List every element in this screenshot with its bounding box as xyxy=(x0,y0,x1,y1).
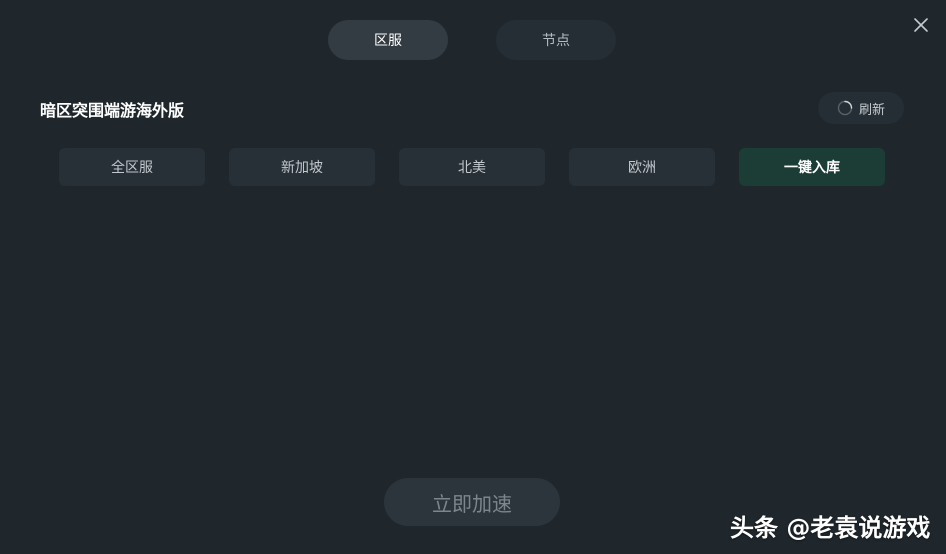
refresh-label: 刷新 xyxy=(858,102,885,118)
one-click-add-button[interactable]: 一键入库 xyxy=(739,148,885,186)
game-title: 暗区突围端游海外版 xyxy=(40,101,185,120)
watermark: 头条 @老袁说游戏 xyxy=(730,514,931,542)
region-list: 全区服 新加坡 北美 欧洲 一键入库 xyxy=(59,148,885,186)
tab-bar: 区服 节点 xyxy=(328,20,616,60)
tab-server[interactable]: 区服 xyxy=(328,20,448,60)
accelerator-dialog: 区服 节点 暗区突围端游海外版 刷新 全区服 新加坡 北美 欧洲 一键入库 立即… xyxy=(0,0,946,554)
region-all-servers[interactable]: 全区服 xyxy=(59,148,205,186)
region-north-america[interactable]: 北美 xyxy=(399,148,545,186)
tab-node[interactable]: 节点 xyxy=(496,20,616,60)
accelerate-now-button[interactable]: 立即加速 xyxy=(384,478,560,526)
region-singapore[interactable]: 新加坡 xyxy=(229,148,375,186)
close-button[interactable] xyxy=(910,14,932,36)
loading-spinner-icon xyxy=(837,100,853,116)
refresh-button[interactable]: 刷新 xyxy=(818,92,904,124)
close-icon xyxy=(914,18,928,32)
region-europe[interactable]: 欧洲 xyxy=(569,148,715,186)
